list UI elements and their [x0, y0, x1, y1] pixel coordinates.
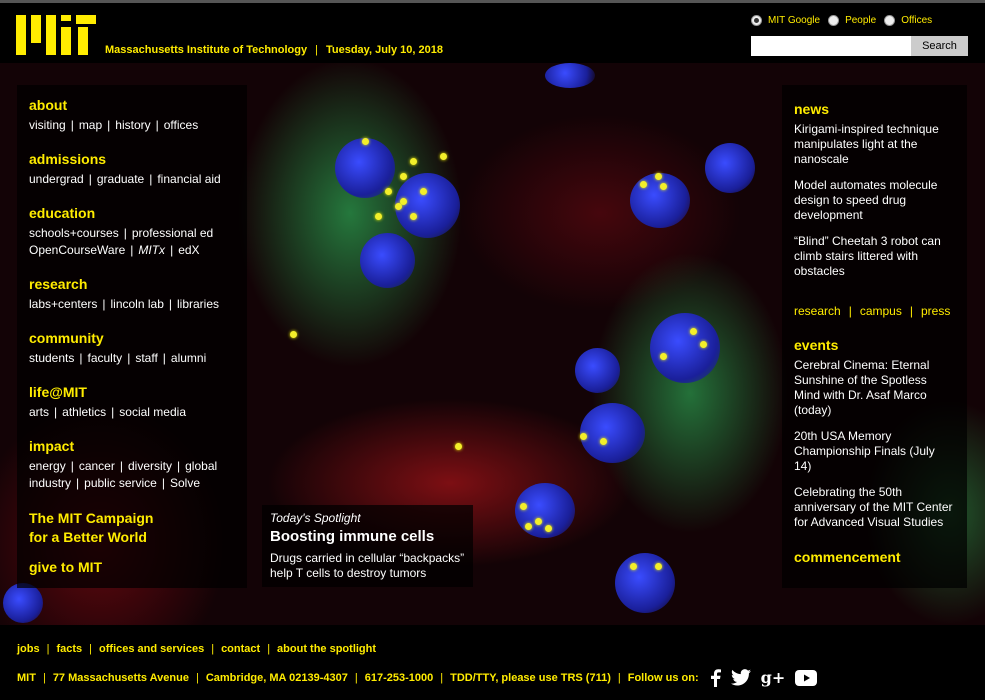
- nav-link-visiting[interactable]: visiting: [29, 118, 66, 132]
- news-events-panel: news Kirigami-inspired technique manipul…: [782, 85, 967, 588]
- nav-link-mitx[interactable]: MITx: [138, 243, 165, 257]
- follow-label: Follow us on:: [627, 671, 699, 684]
- institute-bar: Massachusetts Institute of Technology | Tu…: [105, 44, 443, 56]
- nav-link-cancer[interactable]: cancer: [79, 459, 115, 473]
- search-button[interactable]: Search: [911, 36, 968, 56]
- nav-link-schools-courses[interactable]: schools+courses: [29, 226, 119, 240]
- news-item[interactable]: Kirigami-inspired technique manipulates …: [794, 122, 954, 167]
- nav-link-industry[interactable]: industry: [29, 476, 71, 490]
- nav-link-arts[interactable]: arts: [29, 405, 49, 419]
- mit-logo[interactable]: [16, 15, 96, 55]
- footer-mit-link[interactable]: MIT: [17, 672, 36, 684]
- footer-link-facts[interactable]: facts: [56, 643, 82, 655]
- nav-link-undergrad[interactable]: undergrad: [29, 172, 84, 186]
- hero-image: about visiting | map | history | offices admis…: [0, 63, 985, 625]
- nav-section-community: community students | faculty | staff | alumni: [29, 329, 207, 365]
- footer-address-link[interactable]: 77 Massachusetts Avenue: [53, 672, 189, 684]
- nav-link-global[interactable]: global: [185, 459, 217, 473]
- news-item[interactable]: “Blind” Cheetah 3 robot can climb stairs…: [794, 234, 954, 279]
- radio-icon: [828, 15, 840, 26]
- spotlight-description: Drugs carried in cellular “backpacks” he…: [270, 551, 465, 580]
- news-link-campus[interactable]: campus: [860, 304, 902, 318]
- nav-link-diversity[interactable]: diversity: [128, 459, 172, 473]
- footer-phone: 617-253-1000: [364, 671, 434, 684]
- current-date: Tuesday, July 10, 2018: [325, 44, 443, 56]
- twitter-icon[interactable]: [730, 669, 751, 686]
- footer-link-offices[interactable]: offices and services: [99, 643, 204, 655]
- site-header: Massachusetts Institute of Technology | Tu…: [0, 0, 985, 63]
- nav-section-impact: impact energy | cancer | diversity | global ind…: [29, 437, 218, 490]
- search-scope-group: MIT Google People Offices: [751, 15, 940, 26]
- radio-people[interactable]: People: [828, 15, 876, 26]
- footer-link-contact[interactable]: contact: [221, 643, 260, 655]
- news-item[interactable]: Model automates molecule design to speed…: [794, 178, 954, 223]
- radio-icon: [884, 15, 896, 26]
- spotlight-title[interactable]: Boosting immune cells: [270, 528, 434, 545]
- nav-link-offices[interactable]: offices: [164, 118, 198, 132]
- nav-link-energy[interactable]: energy: [29, 459, 66, 473]
- nav-heading-education[interactable]: education: [29, 204, 213, 222]
- nav-link-staff[interactable]: staff: [135, 351, 157, 365]
- campaign-link[interactable]: The MIT Campaign for a Better World: [29, 509, 153, 547]
- site-footer: jobs | facts | offices and services | contact |…: [0, 625, 985, 700]
- nav-link-students[interactable]: students: [29, 351, 74, 365]
- radio-mit-google[interactable]: MIT Google: [751, 15, 820, 26]
- event-item[interactable]: 20th USA Memory Championship Finals (Jul…: [794, 429, 954, 474]
- nav-link-labs-centers[interactable]: labs+centers: [29, 297, 97, 311]
- radio-selected-icon: [751, 15, 762, 26]
- youtube-icon[interactable]: [795, 669, 818, 686]
- nav-link-public-service[interactable]: public service: [84, 476, 157, 490]
- google-plus-icon[interactable]: g+: [761, 668, 786, 687]
- footer-tty-link[interactable]: TDD/TTY, please use TRS (711): [450, 672, 611, 684]
- nav-heading-about[interactable]: about: [29, 96, 198, 114]
- nav-heading-impact[interactable]: impact: [29, 437, 217, 455]
- nav-section-life: life@MIT arts | athletics | social media: [29, 383, 186, 419]
- event-item[interactable]: Cerebral Cinema: Eternal Sunshine of the…: [794, 358, 954, 418]
- nav-link-opencourseware[interactable]: OpenCourseWare: [29, 243, 125, 257]
- nav-heading-life[interactable]: life@MIT: [29, 383, 186, 401]
- nav-link-financial-aid[interactable]: financial aid: [157, 172, 220, 186]
- events-heading[interactable]: events: [794, 337, 838, 353]
- footer-city: Cambridge, MA 02139-4307: [205, 671, 348, 684]
- left-navigation: about visiting | map | history | offices admis…: [17, 85, 247, 588]
- nav-link-faculty[interactable]: faculty: [88, 351, 123, 365]
- nav-heading-admissions[interactable]: admissions: [29, 150, 221, 168]
- nav-section-research: research labs+centers | lincoln lab | librar…: [29, 275, 220, 311]
- news-category-links: research | campus | press: [794, 304, 951, 318]
- facebook-icon[interactable]: [709, 668, 721, 687]
- search-input[interactable]: [751, 36, 911, 56]
- news-link-research[interactable]: research: [794, 304, 841, 318]
- footer-info: MIT | 77 Massachusetts Avenue | Cambridge, M…: [17, 668, 818, 687]
- give-to-mit-link[interactable]: give to MIT: [29, 558, 102, 577]
- nav-heading-research[interactable]: research: [29, 275, 219, 293]
- nav-link-athletics[interactable]: athletics: [62, 405, 106, 419]
- spotlight-label: Today's Spotlight: [270, 511, 361, 525]
- nav-link-solve[interactable]: Solve: [170, 476, 200, 490]
- nav-link-graduate[interactable]: graduate: [97, 172, 144, 186]
- news-link-press[interactable]: press: [921, 304, 950, 318]
- nav-link-edx[interactable]: edX: [178, 243, 199, 257]
- nav-section-admissions: admissions undergrad | graduate | financial …: [29, 150, 221, 186]
- news-heading[interactable]: news: [794, 101, 829, 117]
- radio-offices[interactable]: Offices: [884, 15, 932, 26]
- event-item[interactable]: Celebrating the 50th anniversary of the …: [794, 485, 954, 530]
- nav-link-history[interactable]: history: [115, 118, 150, 132]
- footer-link-jobs[interactable]: jobs: [17, 643, 40, 655]
- nav-link-lincoln-lab[interactable]: lincoln lab: [111, 297, 164, 311]
- footer-links: jobs | facts | offices and services | contact |…: [17, 643, 377, 655]
- spotlight-panel[interactable]: Today's Spotlight Boosting immune cells …: [262, 505, 473, 587]
- institute-name[interactable]: Massachusetts Institute of Technology: [105, 44, 307, 56]
- nav-link-professional-ed[interactable]: professional ed: [132, 226, 213, 240]
- nav-section-about: about visiting | map | history | offices: [29, 96, 199, 132]
- commencement-link[interactable]: commencement: [794, 549, 901, 565]
- nav-link-libraries[interactable]: libraries: [177, 297, 219, 311]
- footer-link-about-spotlight[interactable]: about the spotlight: [277, 643, 376, 655]
- nav-section-education: education schools+courses | professional e…: [29, 204, 214, 257]
- nav-link-map[interactable]: map: [79, 118, 102, 132]
- nav-link-alumni[interactable]: alumni: [171, 351, 206, 365]
- nav-heading-community[interactable]: community: [29, 329, 206, 347]
- nav-link-social-media[interactable]: social media: [119, 405, 186, 419]
